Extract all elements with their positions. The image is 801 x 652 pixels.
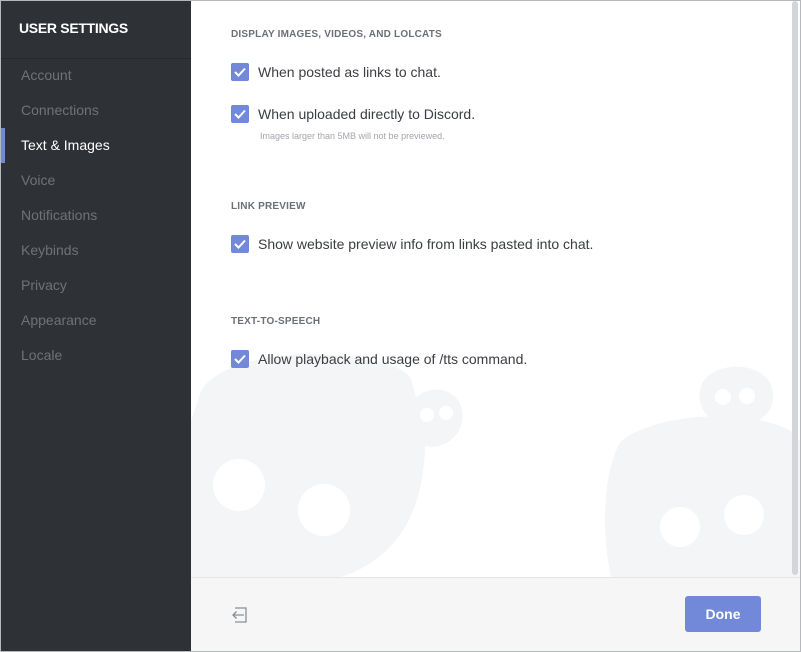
checkmark-icon <box>234 239 246 249</box>
done-button[interactable]: Done <box>685 596 761 632</box>
sidebar-item-locale[interactable]: Locale <box>1 338 191 373</box>
sidebar-item-notifications[interactable]: Notifications <box>1 198 191 233</box>
checkmark-icon <box>234 354 246 364</box>
section-title-display-images: DISPLAY IMAGES, VIDEOS, AND LOLCATS <box>231 29 442 40</box>
sidebar-item-appearance[interactable]: Appearance <box>1 303 191 338</box>
tts-label: Allow playback and usage of /tts command… <box>258 351 528 367</box>
logout-icon[interactable] <box>231 606 249 624</box>
sidebar-title: USER SETTINGS <box>19 20 128 36</box>
settings-footer: Done <box>191 577 800 651</box>
checkbox-row-link-preview[interactable]: Show website preview info from links pas… <box>231 234 593 254</box>
sidebar-item-account[interactable]: Account <box>1 58 191 93</box>
upload-size-hint: Images larger than 5MB will not be previ… <box>260 131 445 141</box>
sidebar-item-privacy[interactable]: Privacy <box>1 268 191 303</box>
link-preview-label: Show website preview info from links pas… <box>258 236 594 252</box>
link-preview-checkbox[interactable] <box>231 235 249 253</box>
uploaded-directly-label: When uploaded directly to Discord. <box>258 106 476 122</box>
settings-nav: Account Connections Text & Images Voice … <box>1 58 191 373</box>
sidebar-item-text-images[interactable]: Text & Images <box>1 128 191 163</box>
checkbox-row-posted-as-links[interactable]: When posted as links to chat. <box>231 62 441 82</box>
sidebar-item-connections[interactable]: Connections <box>1 93 191 128</box>
section-title-tts: TEXT-TO-SPEECH <box>231 316 321 327</box>
background-mascot-art <box>191 354 800 577</box>
checkmark-icon <box>234 109 246 119</box>
settings-content: DISPLAY IMAGES, VIDEOS, AND LOLCATS When… <box>191 1 800 577</box>
checkbox-row-uploaded-directly[interactable]: When uploaded directly to Discord. <box>231 104 475 124</box>
content-scrollbar[interactable] <box>792 1 798 575</box>
checkmark-icon <box>234 67 246 77</box>
sidebar-item-voice[interactable]: Voice <box>1 163 191 198</box>
posted-as-links-label: When posted as links to chat. <box>258 64 441 80</box>
settings-sidebar: USER SETTINGS Account Connections Text &… <box>1 1 191 651</box>
sidebar-item-keybinds[interactable]: Keybinds <box>1 233 191 268</box>
tts-checkbox[interactable] <box>231 350 249 368</box>
uploaded-directly-checkbox[interactable] <box>231 105 249 123</box>
section-title-link-preview: LINK PREVIEW <box>231 201 306 212</box>
posted-as-links-checkbox[interactable] <box>231 63 249 81</box>
checkbox-row-tts[interactable]: Allow playback and usage of /tts command… <box>231 349 527 369</box>
settings-window: USER SETTINGS Account Connections Text &… <box>0 0 801 652</box>
